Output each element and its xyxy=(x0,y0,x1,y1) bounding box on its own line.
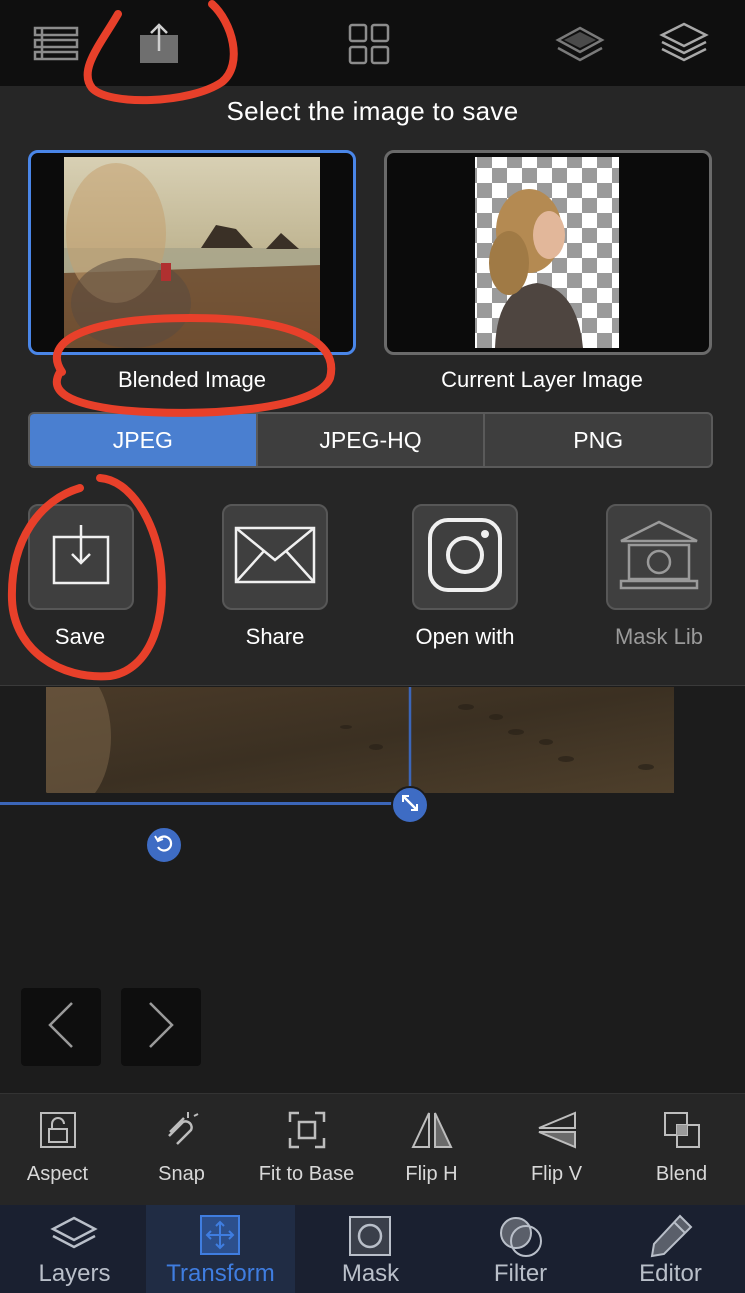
selection-bound-line xyxy=(0,802,396,805)
tab-transform-label: Transform xyxy=(166,1260,275,1287)
tab-layers[interactable]: Layers xyxy=(0,1205,149,1293)
mask-icon xyxy=(348,1215,392,1262)
rotate-handle[interactable] xyxy=(145,826,183,864)
export-icon[interactable] xyxy=(133,18,185,70)
resize-diagonal-icon xyxy=(400,793,420,818)
aspect-lock-icon xyxy=(38,1112,78,1154)
tool-aspect-label: Aspect xyxy=(26,1163,89,1185)
grid-icon[interactable] xyxy=(343,18,395,70)
tool-snap-label: Snap xyxy=(158,1163,205,1185)
tool-flip-v-label: Flip V xyxy=(530,1163,583,1185)
canvas-image[interactable] xyxy=(46,687,674,793)
blended-image-thumbnail xyxy=(64,157,320,348)
top-toolbar xyxy=(0,0,745,86)
current-layer-label: Current Layer Image xyxy=(441,367,643,392)
tab-mask[interactable]: Mask xyxy=(296,1205,445,1293)
tool-flip-v[interactable]: Flip V xyxy=(494,1110,619,1186)
list-icon[interactable] xyxy=(30,18,82,70)
flip-vertical-icon xyxy=(535,1111,579,1154)
layer-single-icon[interactable] xyxy=(554,18,606,70)
tool-snap[interactable]: Snap xyxy=(119,1110,244,1186)
next-button[interactable] xyxy=(121,988,201,1066)
format-png[interactable]: PNG xyxy=(485,414,711,466)
blended-image-label: Blended Image xyxy=(118,367,266,392)
panel-title: Select the image to save xyxy=(226,96,519,126)
current-layer-thumbnail xyxy=(475,157,619,348)
share-button[interactable] xyxy=(222,504,328,610)
format-jpeg[interactable]: JPEG xyxy=(30,414,258,466)
tool-flip-h[interactable]: Flip H xyxy=(369,1110,494,1186)
open-with-label: Open with xyxy=(415,624,515,649)
fit-frame-icon xyxy=(287,1111,327,1154)
tool-fit-to-base-label: Fit to Base xyxy=(258,1163,355,1185)
tab-filter[interactable]: Filter xyxy=(446,1205,595,1293)
instagram-icon xyxy=(427,517,503,598)
tab-editor[interactable]: Editor xyxy=(596,1205,745,1293)
layers-stack-icon[interactable] xyxy=(658,18,710,70)
mask-lib-label: Mask Lib xyxy=(614,624,704,649)
envelope-icon xyxy=(234,526,316,589)
blended-image-option[interactable] xyxy=(28,150,356,355)
tool-blend[interactable]: Blend xyxy=(619,1110,744,1186)
tool-fit-to-base[interactable]: Fit to Base xyxy=(244,1110,369,1186)
save-download-icon xyxy=(51,523,111,592)
transform-icon xyxy=(198,1213,242,1262)
tab-transform[interactable]: Transform xyxy=(146,1205,295,1293)
tab-filter-label: Filter xyxy=(493,1260,548,1287)
save-label: Save xyxy=(54,624,106,649)
resize-handle[interactable] xyxy=(391,786,429,824)
tool-flip-h-label: Flip H xyxy=(405,1163,458,1185)
chevron-right-icon xyxy=(146,1000,176,1055)
format-selector: JPEG JPEG-HQ PNG xyxy=(28,412,713,468)
tab-layers-label: Layers xyxy=(38,1260,111,1287)
tool-aspect[interactable]: Aspect xyxy=(0,1110,120,1186)
layers-icon xyxy=(49,1215,99,1260)
pencil-icon xyxy=(648,1213,694,1264)
magnet-icon xyxy=(162,1112,202,1154)
format-jpeg-hq[interactable]: JPEG-HQ xyxy=(258,414,486,466)
current-layer-option[interactable] xyxy=(384,150,712,355)
flip-horizontal-icon xyxy=(410,1112,454,1154)
tool-blend-label: Blend xyxy=(655,1163,708,1185)
previous-button[interactable] xyxy=(21,988,101,1066)
blend-squares-icon xyxy=(662,1112,702,1154)
save-button[interactable] xyxy=(28,504,134,610)
tab-mask-label: Mask xyxy=(341,1260,400,1287)
mask-library-icon xyxy=(617,519,701,596)
tab-editor-label: Editor xyxy=(639,1260,702,1287)
rotate-icon xyxy=(153,832,175,859)
share-label: Share xyxy=(245,624,305,649)
filter-icon xyxy=(496,1213,546,1264)
chevron-left-icon xyxy=(46,1000,76,1055)
mask-lib-button xyxy=(606,504,712,610)
open-with-button[interactable] xyxy=(412,504,518,610)
